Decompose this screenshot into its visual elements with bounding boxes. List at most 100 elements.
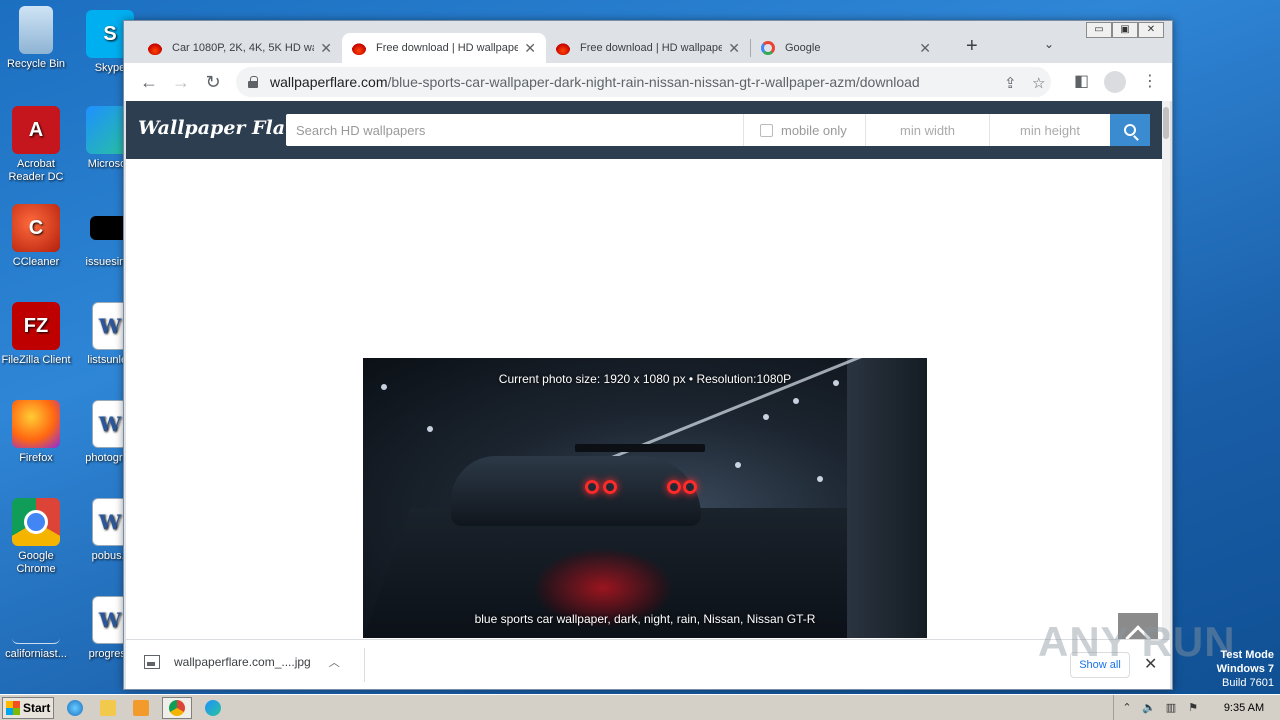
wallpaper-preview[interactable]: Current photo size: 1920 x 1080 px • Res… xyxy=(363,358,927,638)
desktop-icon-acrobat[interactable]: A Acrobat Reader DC xyxy=(0,106,72,184)
taskbar-clock[interactable]: 9:35 AM xyxy=(1208,702,1280,714)
photo-bokeh xyxy=(817,476,823,482)
back-arrow-icon[interactable]: ← xyxy=(138,71,160,93)
download-separator xyxy=(364,648,365,682)
tray-expand-icon[interactable]: ⌃ xyxy=(1120,701,1134,715)
photo-bokeh xyxy=(735,462,741,468)
tab-free-download-active[interactable]: Free download | HD wallpaper ✕ xyxy=(342,33,546,63)
photo-taillight xyxy=(585,480,599,494)
download-filename: wallpaperflare.com_....jpg xyxy=(174,655,311,669)
side-panel-icon[interactable]: ◧ xyxy=(1074,71,1089,91)
taskbar-ie[interactable] xyxy=(63,697,87,719)
test-mode-line: Test Mode xyxy=(1220,649,1274,661)
tab-search-button[interactable]: ⌄ xyxy=(1044,37,1054,51)
tab-google[interactable]: Google ✕ xyxy=(751,33,941,63)
acrobat-icon: A xyxy=(12,106,60,154)
start-button[interactable]: Start xyxy=(2,696,54,719)
search-icon xyxy=(1124,124,1136,136)
desktop-icon-firefox[interactable]: Firefox xyxy=(0,400,72,465)
ccleaner-icon: C xyxy=(12,204,60,252)
forward-arrow-icon[interactable]: → xyxy=(170,71,192,93)
taskbar-media-player[interactable] xyxy=(129,697,153,719)
network-icon[interactable]: ▥ xyxy=(1164,701,1178,715)
close-window-button[interactable]: ✕ xyxy=(1138,22,1164,38)
build-line: Build 7601 xyxy=(1222,677,1274,689)
volume-icon[interactable]: 🔈 xyxy=(1142,701,1156,715)
min-width-input[interactable]: min width xyxy=(866,114,990,146)
start-label: Start xyxy=(23,700,51,715)
close-tab-icon[interactable]: ✕ xyxy=(524,40,536,57)
photo-caption: blue sports car wallpaper, dark, night, … xyxy=(474,612,816,626)
search-button[interactable] xyxy=(1110,114,1150,146)
photo-wall xyxy=(847,358,927,638)
profile-avatar-icon[interactable] xyxy=(1104,71,1126,93)
taskbar-chrome[interactable] xyxy=(162,696,192,719)
media-player-icon xyxy=(133,699,149,716)
wallpaperflare-favicon-icon xyxy=(352,41,366,55)
photo-taillight xyxy=(603,480,617,494)
chevron-up-icon[interactable]: ︿ xyxy=(329,654,340,670)
reload-icon[interactable]: ↻ xyxy=(202,71,224,93)
new-tab-button[interactable]: + xyxy=(966,35,978,58)
share-icon[interactable]: ⇪ xyxy=(1004,74,1017,92)
tab-title: Free download | HD wallpaper xyxy=(376,42,519,54)
chrome-icon xyxy=(12,498,60,546)
download-item[interactable]: wallpaperflare.com_....jpg ︿ xyxy=(144,654,340,670)
desktop-icon-ccleaner[interactable]: C CCleaner xyxy=(0,204,72,269)
anyrun-watermark: ANY RUN xyxy=(1038,618,1236,665)
close-tab-icon[interactable]: ✕ xyxy=(919,40,931,57)
taskbar: Start ⌃ 🔈 ▥ ⚑ 9:35 AM xyxy=(0,694,1280,720)
windows-logo-icon xyxy=(6,700,20,715)
desktop-icon-recycle-bin[interactable]: Recycle Bin xyxy=(0,6,72,71)
desktop-icon-californiast[interactable]: californiast... xyxy=(0,596,72,661)
lock-icon[interactable] xyxy=(248,76,258,88)
search-input[interactable]: Search HD wallpapers xyxy=(286,114,744,146)
windows-version-line: Windows 7 xyxy=(1216,663,1274,675)
close-tab-icon[interactable]: ✕ xyxy=(728,40,740,57)
page-scrollbar[interactable] xyxy=(1162,101,1170,661)
system-tray: ⌃ 🔈 ▥ ⚑ 9:35 AM xyxy=(1113,695,1280,720)
photo-taillight xyxy=(683,480,697,494)
desktop-icon-label: Acrobat Reader DC xyxy=(8,158,64,183)
page-viewport: Wallpaper Flare Search HD wallpapers mob… xyxy=(126,101,1170,661)
action-center-flag-icon[interactable]: ⚑ xyxy=(1186,701,1200,715)
photo-car-wing xyxy=(575,444,705,452)
internet-explorer-icon xyxy=(67,699,83,716)
mobile-only-checkbox[interactable]: mobile only xyxy=(744,114,866,146)
photo-car xyxy=(451,456,701,526)
scrollbar-thumb[interactable] xyxy=(1163,107,1169,139)
window-controls: ▭ ▣ ✕ xyxy=(1086,22,1164,38)
tab-car-wallpapers[interactable]: Car 1080P, 2K, 4K, 5K HD wallpapers ✕ xyxy=(138,33,342,63)
maximize-button[interactable]: ▣ xyxy=(1112,22,1138,38)
minimize-button[interactable]: ▭ xyxy=(1086,22,1112,38)
search-bar: Search HD wallpapers mobile only min wid… xyxy=(286,114,1150,146)
menu-kebab-icon[interactable]: ⋮ xyxy=(1142,71,1158,91)
photo-bokeh xyxy=(427,426,433,432)
site-logo[interactable]: Wallpaper Flare xyxy=(138,117,307,139)
url-host: wallpaperflare.com xyxy=(270,74,388,90)
test-mode-notice: Test Mode Windows 7 Build 7601 xyxy=(1217,648,1274,690)
photo-size-info: Current photo size: 1920 x 1080 px • Res… xyxy=(498,372,792,386)
browser-toolbar: ← → ↻ wallpaperflare.com/blue-sports-car… xyxy=(124,63,1172,101)
min-height-input[interactable]: min height xyxy=(990,114,1110,146)
tab-title: Free download | HD wallpaper xyxy=(580,42,723,54)
wallpaperflare-favicon-icon xyxy=(148,41,162,55)
address-bar[interactable]: wallpaperflare.com/blue-sports-car-wallp… xyxy=(236,67,1051,97)
taskbar-edge[interactable] xyxy=(201,697,225,719)
filezilla-icon: FZ xyxy=(12,302,60,350)
firefox-icon xyxy=(12,400,60,448)
desktop-icon-chrome[interactable]: Google Chrome xyxy=(0,498,72,576)
desktop-icon-label: californiast... xyxy=(5,648,67,660)
browser-window: ▭ ▣ ✕ Car 1080P, 2K, 4K, 5K HD wallpaper… xyxy=(123,20,1173,690)
url-path: /blue-sports-car-wallpaper-dark-night-ra… xyxy=(387,74,920,90)
photo-taillight xyxy=(667,480,681,494)
checkbox-icon[interactable] xyxy=(760,123,773,137)
photo-bokeh xyxy=(763,414,769,420)
folder-icon xyxy=(100,699,116,716)
desktop-icon-filezilla[interactable]: FZ FileZilla Client xyxy=(0,302,72,367)
close-tab-icon[interactable]: ✕ xyxy=(320,40,332,57)
bookmark-star-icon[interactable]: ☆ xyxy=(1032,74,1045,92)
tab-free-download[interactable]: Free download | HD wallpaper ✕ xyxy=(546,33,750,63)
taskbar-explorer[interactable] xyxy=(96,697,120,719)
file-icon xyxy=(12,596,60,644)
